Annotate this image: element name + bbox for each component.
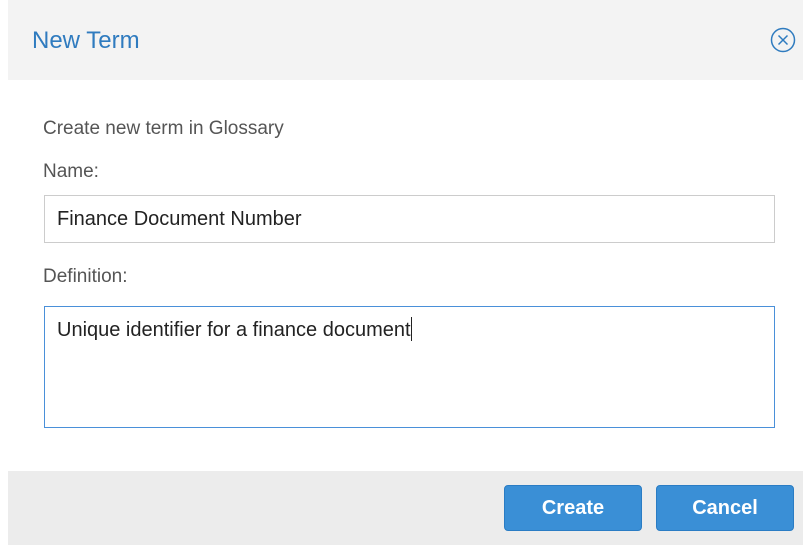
dialog-footer: Create Cancel bbox=[8, 471, 803, 545]
name-label: Name: bbox=[43, 161, 99, 182]
definition-textarea[interactable]: Unique identifier for a finance document bbox=[44, 306, 775, 428]
new-term-dialog: New Term Create new term in Glossary Nam… bbox=[8, 0, 803, 545]
dialog-body: Create new term in Glossary Name: Defini… bbox=[8, 80, 803, 471]
name-input[interactable] bbox=[44, 195, 775, 243]
definition-text: Unique identifier for a finance document bbox=[57, 319, 411, 341]
dialog-title: New Term bbox=[32, 27, 140, 54]
create-button[interactable]: Create bbox=[504, 485, 642, 531]
dialog-header: New Term bbox=[8, 0, 803, 80]
definition-label: Definition: bbox=[43, 266, 128, 287]
text-caret bbox=[410, 317, 412, 341]
cancel-button[interactable]: Cancel bbox=[656, 485, 794, 531]
intro-text: Create new term in Glossary bbox=[43, 118, 284, 139]
close-icon[interactable] bbox=[769, 26, 797, 54]
